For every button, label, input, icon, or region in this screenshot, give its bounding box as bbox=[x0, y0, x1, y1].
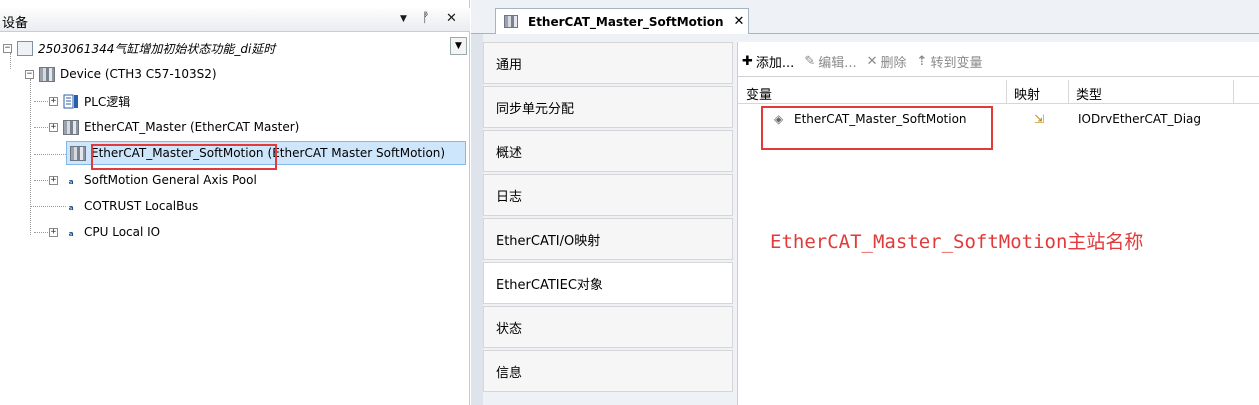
plc-logic-icon bbox=[63, 94, 79, 109]
edit-icon: ✎ bbox=[804, 53, 816, 69]
tree-item-cpu-local-io[interactable]: + ₐ CPU Local IO bbox=[49, 221, 160, 243]
nav-sync-unit[interactable]: 同步单元分配 bbox=[483, 86, 733, 128]
tree-item-localbus[interactable]: ₐ COTRUST LocalBus bbox=[63, 195, 198, 217]
variable-icon: ◈ bbox=[774, 112, 784, 126]
tree-item-label: 2503061344气缸增加初始状态功能_di延时 bbox=[38, 41, 276, 56]
devices-panel: 设备 ▼ ᚡ ✕ ▼ − 2503061344气缸增加初始状态功能_di延时 −… bbox=[0, 0, 470, 405]
column-header-type[interactable]: 类型 bbox=[1076, 84, 1102, 103]
mapping-icon[interactable]: ⇲ bbox=[1034, 112, 1044, 126]
nav-overview[interactable]: 概述 bbox=[483, 130, 733, 172]
goto-variable-button[interactable]: ⇡ 转到变量 bbox=[917, 52, 983, 71]
column-divider bbox=[1068, 80, 1069, 104]
expand-icon[interactable]: + bbox=[49, 96, 58, 106]
tree-item-label: Device (CTH3 C57-103S2) bbox=[60, 67, 217, 81]
tab-ethercat-master-softmotion[interactable]: EtherCAT_Master_SoftMotion ✕ bbox=[495, 8, 749, 34]
column-header-mapping[interactable]: 映射 bbox=[1014, 84, 1040, 103]
toolbar-divider bbox=[738, 76, 1259, 77]
close-icon[interactable]: ✕ bbox=[446, 11, 457, 26]
column-header-variable[interactable]: 变量 bbox=[746, 84, 772, 103]
column-divider bbox=[1233, 80, 1234, 104]
pin-icon[interactable]: ᚡ bbox=[422, 11, 430, 26]
tree-item-label: EtherCAT_Master (EtherCAT Master) bbox=[84, 120, 300, 134]
tree-item-label: EtherCAT_Master_SoftMotion bbox=[91, 146, 264, 160]
device-icon bbox=[39, 66, 55, 82]
devices-panel-title: 设备 bbox=[2, 16, 29, 31]
nav-gutter bbox=[471, 34, 483, 405]
tab-bar: EtherCAT_Master_SoftMotion ✕ bbox=[471, 0, 1259, 34]
add-label: 添加... bbox=[755, 55, 795, 71]
expand-icon[interactable]: + bbox=[49, 122, 58, 132]
goto-icon: ⇡ bbox=[916, 53, 928, 69]
tree-item-label: PLC逻辑 bbox=[84, 94, 131, 109]
tree-item-ethercat-master-softmotion[interactable]: EtherCAT_Master_SoftMotion (EtherCAT Mas… bbox=[66, 141, 466, 165]
expand-icon[interactable]: + bbox=[49, 175, 58, 185]
device-icon bbox=[70, 145, 86, 161]
tree-item-plc-logic[interactable]: + PLC逻辑 bbox=[49, 90, 130, 112]
add-icon: ✚ bbox=[742, 53, 753, 69]
type-cell: IODrvEtherCAT_Diag bbox=[1078, 112, 1201, 126]
nav-status[interactable]: 状态 bbox=[483, 306, 733, 348]
tree-item-ethercat-master[interactable]: + EtherCAT_Master (EtherCAT Master) bbox=[49, 116, 299, 138]
devices-panel-header: 设备 ▼ ᚡ ✕ bbox=[0, 8, 470, 32]
device-tree: − 2503061344气缸增加初始状态功能_di延时 − Device (CT… bbox=[0, 33, 470, 405]
tree-item-type: (EtherCAT Master SoftMotion) bbox=[267, 146, 446, 160]
close-icon[interactable]: ✕ bbox=[734, 14, 745, 29]
delete-icon: ✕ bbox=[866, 53, 878, 69]
tree-item-device[interactable]: − Device (CTH3 C57-103S2) bbox=[25, 63, 217, 85]
annotation-text: EtherCAT_Master_SoftMotion主站名称 bbox=[770, 231, 1144, 253]
nav-log[interactable]: 日志 bbox=[483, 174, 733, 216]
grid-header: 变量 映射 类型 bbox=[738, 80, 1259, 104]
panel-menu-icon[interactable]: ▼ bbox=[400, 14, 407, 24]
nav-info[interactable]: 信息 bbox=[483, 350, 733, 392]
expand-icon[interactable]: + bbox=[49, 227, 58, 237]
collapse-icon[interactable]: − bbox=[3, 43, 12, 53]
edit-label: 编辑... bbox=[818, 55, 857, 71]
tree-item-label: SoftMotion General Axis Pool bbox=[84, 173, 257, 187]
table-row[interactable]: ◈ EtherCAT_Master_SoftMotion ⇲ IODrvEthe… bbox=[738, 107, 1259, 131]
delete-button[interactable]: ✕ 删除 bbox=[867, 52, 907, 71]
nav-iec-objects[interactable]: EtherCATIEC对象 bbox=[483, 262, 733, 304]
collapse-icon[interactable]: − bbox=[25, 69, 34, 79]
add-button[interactable]: ✚ 添加... bbox=[742, 52, 794, 71]
iec-objects-view: ✚ 添加... ✎ 编辑... ✕ 删除 ⇡ 转到变量 变量 映射 类型 ◈ E… bbox=[737, 42, 1259, 405]
toolbar: ✚ 添加... ✎ 编辑... ✕ 删除 ⇡ 转到变量 bbox=[738, 46, 1259, 76]
axis-pool-icon: ₐ bbox=[68, 172, 74, 187]
tree-item-label: COTRUST LocalBus bbox=[84, 199, 199, 213]
edit-button[interactable]: ✎ 编辑... bbox=[804, 52, 856, 71]
editor-nav: 通用 同步单元分配 概述 日志 EtherCATI/O映射 EtherCATIE… bbox=[483, 42, 733, 405]
tree-item-axis-pool[interactable]: + ₐ SoftMotion General Axis Pool bbox=[49, 169, 257, 191]
device-icon bbox=[504, 15, 518, 28]
column-divider bbox=[1006, 80, 1007, 104]
tree-item-project[interactable]: − 2503061344气缸增加初始状态功能_di延时 bbox=[3, 37, 275, 59]
bus-icon: ₐ bbox=[68, 198, 74, 213]
nav-general[interactable]: 通用 bbox=[483, 42, 733, 84]
nav-io-mapping[interactable]: EtherCATI/O映射 bbox=[483, 218, 733, 260]
io-icon: ₐ bbox=[68, 224, 74, 239]
delete-label: 删除 bbox=[880, 55, 907, 71]
project-icon bbox=[17, 40, 33, 56]
variable-cell[interactable]: EtherCAT_Master_SoftMotion bbox=[794, 112, 967, 126]
device-icon bbox=[63, 119, 79, 135]
editor-panel: EtherCAT_Master_SoftMotion ✕ 通用 同步单元分配 概… bbox=[471, 0, 1259, 405]
goto-label: 转到变量 bbox=[930, 55, 983, 71]
tree-item-label: CPU Local IO bbox=[84, 225, 161, 239]
tab-label: EtherCAT_Master_SoftMotion bbox=[528, 14, 724, 29]
